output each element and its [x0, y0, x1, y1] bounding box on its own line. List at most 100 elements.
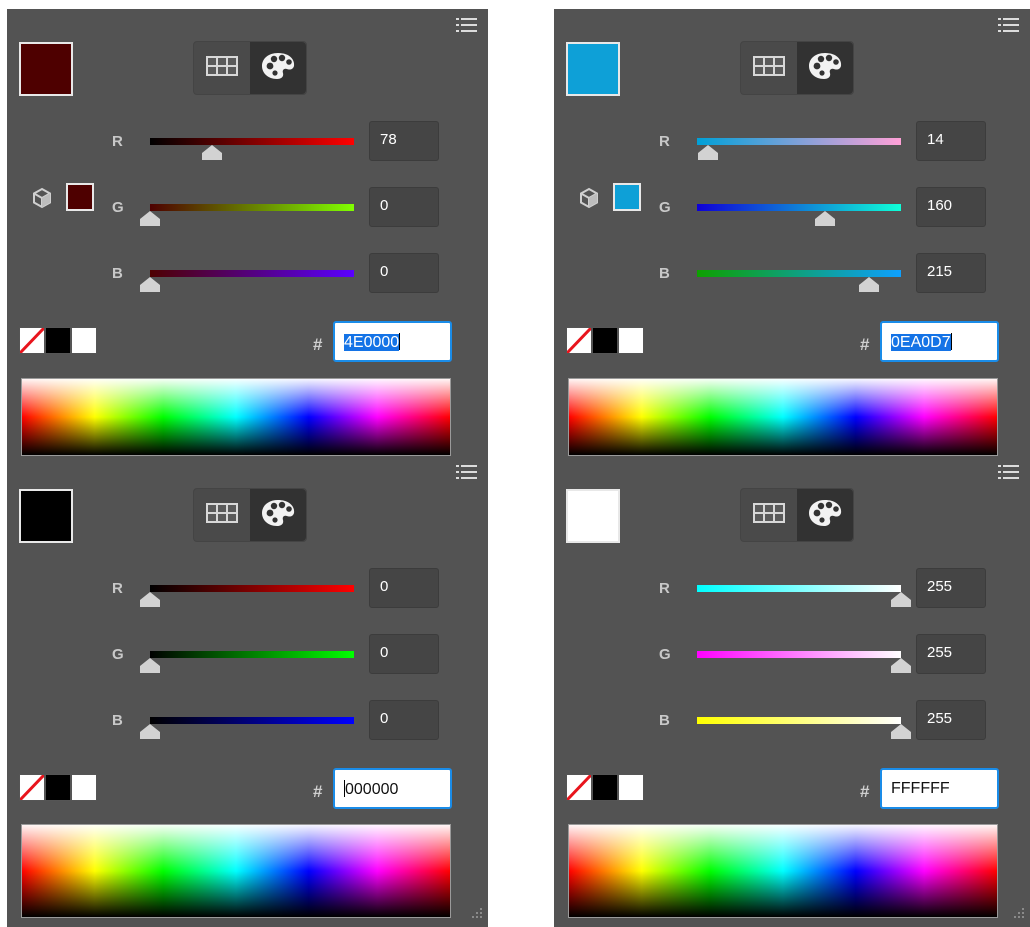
hamburger-menu-icon[interactable] [456, 464, 478, 480]
channel-value-input-g[interactable]: 255 [916, 634, 986, 674]
text-caret [950, 333, 952, 350]
no-color-swatch[interactable] [19, 327, 45, 354]
foreground-color-swatch[interactable] [19, 489, 73, 543]
channel-label-g: G [112, 646, 124, 663]
palette-icon [260, 51, 296, 86]
hex-selected-text: 0EA0D7 [891, 334, 951, 351]
channel-value-input-b[interactable]: 0 [369, 700, 439, 740]
hex-text: FFFFFF [891, 780, 950, 797]
grid-icon [206, 55, 238, 81]
color-mode-toggle [193, 488, 307, 542]
out-of-gamut-cube-icon[interactable] [578, 187, 600, 214]
hex-hash-label: # [860, 335, 870, 354]
channel-slider-track-r[interactable] [150, 585, 354, 592]
color-picker-mode-button[interactable] [250, 42, 306, 94]
foreground-color-swatch[interactable] [566, 489, 620, 543]
color-mode-toggle [740, 488, 854, 542]
channel-slider-track-r[interactable] [697, 585, 901, 592]
swatches-mode-button[interactable] [741, 489, 797, 541]
channel-label-b: B [112, 265, 123, 282]
channel-value-input-r[interactable]: 255 [916, 568, 986, 608]
hamburger-menu-icon[interactable] [998, 464, 1020, 480]
white-swatch[interactable] [71, 327, 97, 354]
no-color-swatch[interactable] [566, 327, 592, 354]
white-swatch[interactable] [618, 774, 644, 801]
channel-value-input-r[interactable]: 14 [916, 121, 986, 161]
channel-slider-track-b[interactable] [150, 717, 354, 724]
color-spectrum-ramp[interactable] [21, 824, 451, 918]
foreground-color-swatch[interactable] [566, 42, 620, 96]
channel-slider-track-g[interactable] [697, 651, 901, 658]
channel-value-input-b[interactable]: 0 [369, 253, 439, 293]
resize-grip-icon[interactable] [471, 906, 483, 924]
channel-label-r: R [659, 580, 670, 597]
color-spectrum-ramp[interactable] [568, 378, 998, 456]
channel-value-input-b[interactable]: 255 [916, 700, 986, 740]
hex-text: 000000 [345, 781, 399, 798]
color-mode-toggle [193, 41, 307, 95]
swatches-mode-button[interactable] [194, 489, 250, 541]
channel-value-input-r[interactable]: 0 [369, 568, 439, 608]
color-mode-toggle [740, 41, 854, 95]
white-swatch[interactable] [71, 774, 97, 801]
channel-slider-track-b[interactable] [697, 717, 901, 724]
channel-value-input-g[interactable]: 0 [369, 187, 439, 227]
hex-color-input[interactable]: FFFFFF [880, 768, 999, 809]
channel-slider-track-r[interactable] [150, 138, 354, 145]
channel-slider-track-g[interactable] [697, 204, 901, 211]
default-colors-swatches [566, 774, 644, 801]
channel-label-b: B [659, 265, 670, 282]
resize-grip-icon[interactable] [1013, 906, 1025, 924]
black-swatch[interactable] [592, 774, 618, 801]
text-caret [399, 333, 401, 350]
channel-value-input-g[interactable]: 0 [369, 634, 439, 674]
hex-hash-label: # [313, 782, 323, 801]
color-picker-mode-button[interactable] [250, 489, 306, 541]
channel-label-r: R [659, 133, 670, 150]
channel-label-b: B [112, 712, 123, 729]
default-colors-swatches [19, 774, 97, 801]
channel-slider-track-g[interactable] [150, 204, 354, 211]
web-safe-color-swatch[interactable] [66, 183, 94, 211]
out-of-gamut-cube-icon[interactable] [31, 187, 53, 214]
channel-slider-track-g[interactable] [150, 651, 354, 658]
white-swatch[interactable] [618, 327, 644, 354]
grid-icon [206, 502, 238, 528]
hamburger-menu-icon[interactable] [998, 17, 1020, 33]
no-color-swatch[interactable] [566, 774, 592, 801]
channel-slider-track-r[interactable] [697, 138, 901, 145]
channel-value-input-r[interactable]: 78 [369, 121, 439, 161]
palette-icon [807, 51, 843, 86]
web-safe-color-swatch[interactable] [613, 183, 641, 211]
channel-label-b: B [659, 712, 670, 729]
no-color-swatch[interactable] [19, 774, 45, 801]
channel-value-input-g[interactable]: 160 [916, 187, 986, 227]
palette-icon [260, 498, 296, 533]
black-swatch[interactable] [45, 774, 71, 801]
black-swatch[interactable] [592, 327, 618, 354]
palette-icon [807, 498, 843, 533]
hex-color-input[interactable]: 0EA0D7 [880, 321, 999, 362]
channel-slider-track-b[interactable] [697, 270, 901, 277]
channel-label-g: G [659, 646, 671, 663]
channel-value-input-b[interactable]: 215 [916, 253, 986, 293]
color-picker-mode-button[interactable] [797, 489, 853, 541]
channel-label-g: G [112, 199, 124, 216]
swatches-mode-button[interactable] [741, 42, 797, 94]
hex-color-input[interactable]: 000000 [333, 768, 452, 809]
color-spectrum-ramp[interactable] [21, 378, 451, 456]
color-spectrum-ramp[interactable] [568, 824, 998, 918]
foreground-color-swatch[interactable] [19, 42, 73, 96]
hex-color-input[interactable]: 4E0000 [333, 321, 452, 362]
hex-hash-label: # [313, 335, 323, 354]
swatches-mode-button[interactable] [194, 42, 250, 94]
black-swatch[interactable] [45, 327, 71, 354]
grid-icon [753, 502, 785, 528]
hex-hash-label: # [860, 782, 870, 801]
hamburger-menu-icon[interactable] [456, 17, 478, 33]
channel-slider-track-b[interactable] [150, 270, 354, 277]
grid-icon [753, 55, 785, 81]
color-picker-mode-button[interactable] [797, 42, 853, 94]
hex-selected-text: 4E0000 [344, 334, 400, 351]
default-colors-swatches [19, 327, 97, 354]
